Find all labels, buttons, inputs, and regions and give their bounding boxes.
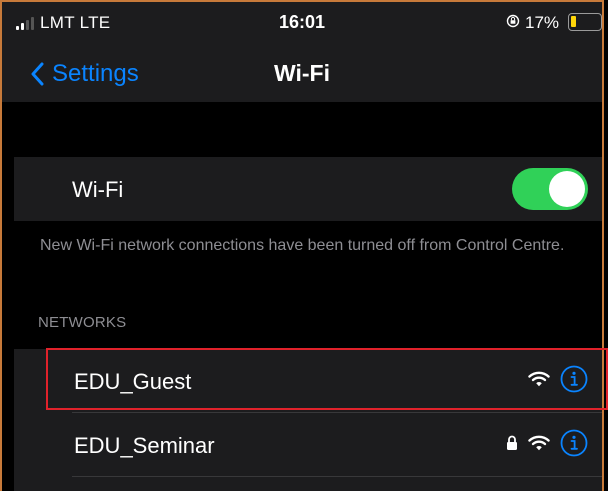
phone-screen: LMT LTE 16:01 17% Settings Wi-Fi Wi-Fi N… [0,0,608,491]
lock-icon [507,435,517,450]
section-spacer [2,102,602,157]
battery-icon [568,13,602,31]
row-divider [72,476,602,477]
network-row-edu-seminar[interactable]: EDU_Seminar [14,413,602,491]
wifi-icon [528,371,550,387]
battery-percent: 17% [525,13,560,32]
info-icon[interactable] [560,365,588,393]
navigation-bar: Settings Wi-Fi [2,46,602,102]
info-icon[interactable] [560,429,588,457]
status-bar: LMT LTE 16:01 17% [2,2,602,46]
switch-knob [549,171,585,207]
wifi-icon [528,435,550,451]
page-title: Wi-Fi [274,60,330,86]
network-row-edu-guest[interactable]: EDU_Guest [14,349,602,413]
wifi-footer-note: New Wi-Fi network connections have been … [40,237,565,254]
wifi-toggle-switch[interactable] [512,168,588,210]
networks-section-header: NETWORKS [38,314,127,331]
battery-level [571,16,576,27]
network-name: EDU_Guest [74,369,192,394]
rotation-lock-icon [506,14,520,28]
wifi-toggle-label: Wi-Fi [72,177,124,202]
wifi-toggle-row: Wi-Fi [14,157,602,221]
network-name: EDU_Seminar [74,433,215,458]
